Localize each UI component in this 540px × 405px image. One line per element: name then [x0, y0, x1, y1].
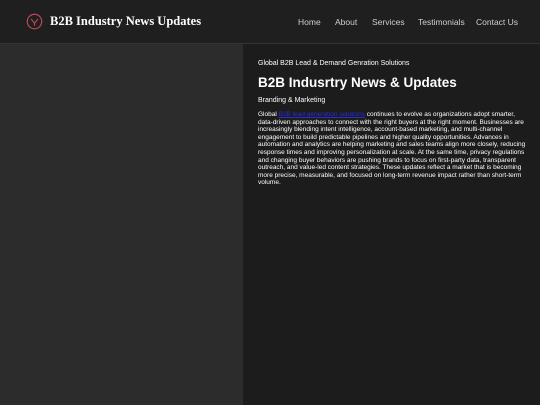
site-header: B2B Industry News Updates Home About Ser… [0, 0, 540, 44]
left-image-panel [0, 44, 243, 405]
body-rest: continues to evolve as organizations ado… [258, 111, 526, 187]
lead-generation-link[interactable]: B2B lead generation solutions [279, 111, 365, 118]
article-body: Global B2B lead generation solutions con… [258, 111, 530, 187]
body-prefix: Global [258, 111, 279, 118]
article-title: B2B Indusrtry News & Updates [258, 75, 457, 90]
nav-contact-us[interactable]: Contact Us [476, 17, 518, 27]
article-kicker: Global B2B Lead & Demand Genration Solut… [258, 60, 410, 67]
article-category[interactable]: Branding & Marketing [258, 97, 325, 104]
nav-services[interactable]: Services [372, 17, 405, 27]
nav-about[interactable]: About [335, 17, 357, 27]
main-nav: Home About Services Testimonials Contact… [0, 17, 540, 29]
nav-testimonials[interactable]: Testimonials [418, 17, 465, 27]
article-panel: Global B2B Lead & Demand Genration Solut… [243, 44, 540, 405]
nav-home[interactable]: Home [298, 17, 321, 27]
